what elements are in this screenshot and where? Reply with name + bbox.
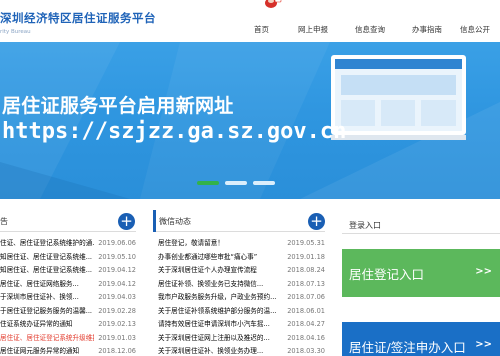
wechat-list: 居住登记，敬请留意！ 2019.05.31 办事创业都通过哪些审批“痛心事” 201… xyxy=(158,237,325,356)
residence-registration-login-button[interactable]: 居住登记入口 >> xyxy=(342,249,500,297)
notices-more-button[interactable]: + xyxy=(118,213,135,230)
nav-home[interactable]: 首页 xyxy=(254,24,269,35)
nav-service-guide[interactable]: 办事指南 xyxy=(412,24,442,35)
carousel-dot-1[interactable] xyxy=(197,181,219,185)
notice-row[interactable]: 知居住证、居住证登记系统维... 2019.04.12 xyxy=(0,264,136,278)
wechat-row[interactable]: 关于深圳居住证网上注册以及推迟的... 2018.04.16 xyxy=(158,332,325,346)
login-panel-title: 登录入口 xyxy=(349,221,381,230)
hero-banner[interactable]: 居住证服务平台启用新网址 https://szjzz.ga.sz.gov.cn xyxy=(0,42,500,199)
notice-row[interactable]: 于深圳市居住证补、换领... 2019.04.03 xyxy=(0,291,136,305)
notice-row[interactable]: 住证、居住证登记系统维护的通... 2019.06.06 xyxy=(0,237,136,251)
site-header: 深圳经济特区居住证服务平台 rity Bureau 首页 网上申报 信息查询 办… xyxy=(0,0,500,42)
notices-panel-title: 告 xyxy=(0,217,8,226)
notices-panel-header: 告 + xyxy=(0,210,136,232)
notice-row[interactable]: 住证系统办证异常的通知 2019.02.13 xyxy=(0,318,136,332)
wechat-panel-header: 微信动态 + xyxy=(153,210,325,232)
residence-registration-login-label: 居住登记入口 xyxy=(349,267,425,282)
double-arrow-right-icon: >> xyxy=(475,266,492,277)
nav-online-application[interactable]: 网上申报 xyxy=(298,24,328,35)
wechat-more-button[interactable]: + xyxy=(308,213,325,230)
wechat-panel-accent xyxy=(153,210,156,232)
laptop-illustration-icon xyxy=(331,55,466,140)
mascot-icon xyxy=(265,0,282,8)
notice-row[interactable]: 居住证、居住证网络服务... 2019.04.12 xyxy=(0,278,136,292)
residence-permit-login-label: 居住证/签注申办入口 xyxy=(349,340,466,355)
notices-list: 住证、居住证登记系统维护的通... 2019.06.06 知居住证、居住证登记系统… xyxy=(0,237,136,356)
wechat-row[interactable]: 关于深圳居住证补、换领业务办理... 2018.03.30 xyxy=(158,345,325,356)
notice-row[interactable]: 居住证网元服务异常的通知 2018.12.06 xyxy=(0,345,136,356)
wechat-row[interactable]: 关于居住证补领系统维护部分服务的温... 2018.06.01 xyxy=(158,305,325,319)
wechat-row[interactable]: 关于深圳居住证个人办理宣传流程 2018.08.24 xyxy=(158,264,325,278)
carousel-indicators xyxy=(197,181,277,187)
notices-panel: 告 + 住证、居住证登记系统维护的通... 2019.06.06 知居住证、居住证… xyxy=(0,210,136,356)
double-arrow-right-icon: >> xyxy=(475,339,492,350)
wechat-row[interactable]: 居住登记，敬请留意！ 2019.05.31 xyxy=(158,237,325,251)
banner-headline: 居住证服务平台启用新网址 xyxy=(2,95,234,117)
login-divider xyxy=(342,233,500,234)
wechat-row[interactable]: 请持有效居住证申请深圳市小汽车摇... 2018.04.27 xyxy=(158,318,325,332)
main-nav: 首页 网上申报 信息查询 办事指南 信息公开 xyxy=(0,24,500,36)
wechat-panel-title: 微信动态 xyxy=(159,217,191,226)
page: 深圳经济特区居住证服务平台 rity Bureau 首页 网上申报 信息查询 办… xyxy=(0,0,500,356)
nav-info-query[interactable]: 信息查询 xyxy=(355,24,385,35)
notice-row[interactable]: 知居住证、居住证登记系统维... 2019.05.10 xyxy=(0,251,136,265)
banner-url[interactable]: https://szjzz.ga.sz.gov.cn xyxy=(2,119,346,144)
wechat-row[interactable]: 我市户政服务服务升级，户政业务预约... 2018.07.06 xyxy=(158,291,325,305)
carousel-dot-3[interactable] xyxy=(253,181,275,185)
wechat-row[interactable]: 居住证补领、换领业务已支持微信... 2018.07.13 xyxy=(158,278,325,292)
wechat-row[interactable]: 办事创业都通过哪些审批“痛心事” 2019.01.18 xyxy=(158,251,325,265)
carousel-dot-2[interactable] xyxy=(225,181,247,185)
wechat-panel: 微信动态 + 居住登记，敬请留意！ 2019.05.31 办事创业都通过哪些审批“… xyxy=(153,210,325,356)
notice-row-highlighted[interactable]: 居住证、居住证登记系统升级维护...2019.01.03 xyxy=(0,332,136,346)
residence-permit-login-button[interactable]: 居住证/签注申办入口 >> xyxy=(342,322,500,356)
nav-info-disclosure[interactable]: 信息公开 xyxy=(460,24,490,35)
notice-row[interactable]: 于居住证登记服务服务的温馨... 2019.02.28 xyxy=(0,305,136,319)
